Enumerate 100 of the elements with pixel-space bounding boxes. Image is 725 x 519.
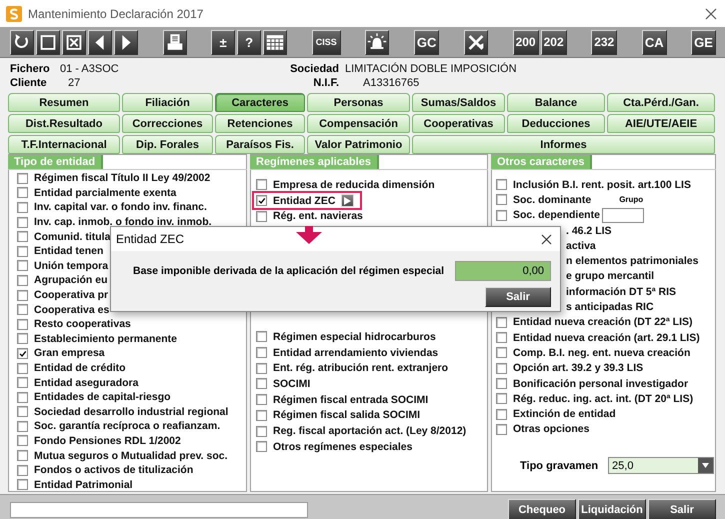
- toolbar-button[interactable]: GE: [691, 30, 716, 54]
- tab[interactable]: Dip. Forales: [122, 135, 213, 154]
- checkbox[interactable]: [17, 274, 28, 286]
- refresh-icon[interactable]: [10, 30, 34, 54]
- calculator-icon[interactable]: [263, 30, 288, 54]
- tab[interactable]: Cta.Pérd./Gan.: [607, 93, 715, 112]
- checkbox[interactable]: [496, 408, 507, 420]
- checkbox[interactable]: [17, 435, 28, 446]
- tab[interactable]: AIE/UTE/AEIE: [607, 114, 715, 133]
- toolbar-button[interactable]: ?: [237, 30, 262, 54]
- toolbar-button[interactable]: CISS: [312, 30, 341, 54]
- close-icon[interactable]: [541, 234, 552, 244]
- checkbox[interactable]: [17, 392, 28, 403]
- checkbox[interactable]: [496, 332, 507, 344]
- toolbar-button[interactable]: 202: [540, 30, 567, 54]
- checkbox[interactable]: [17, 333, 28, 344]
- checkbox[interactable]: [496, 316, 507, 328]
- toolbar-button[interactable]: 232: [591, 30, 618, 54]
- checkbox[interactable]: [17, 231, 28, 242]
- checkbox[interactable]: [256, 331, 267, 342]
- checkbox[interactable]: [496, 179, 507, 190]
- bell-icon[interactable]: [365, 30, 390, 54]
- tab[interactable]: Compensación: [307, 114, 410, 133]
- checkbox[interactable]: [17, 348, 28, 359]
- toolbar-button[interactable]: GC: [414, 30, 440, 54]
- checkbox[interactable]: [17, 450, 28, 462]
- checkbox-label: Inv. capital var. o fondo inv. financ.: [34, 201, 207, 214]
- checkbox[interactable]: [256, 394, 267, 406]
- checkbox[interactable]: [256, 362, 267, 374]
- checkbox[interactable]: [17, 406, 28, 418]
- checkbox[interactable]: [17, 318, 28, 330]
- tab[interactable]: Resumen: [8, 93, 120, 112]
- checkbox[interactable]: [17, 377, 28, 388]
- details-button[interactable]: [341, 194, 354, 208]
- tab[interactable]: Deducciones: [507, 114, 605, 133]
- checkbox[interactable]: [17, 202, 28, 213]
- checkbox[interactable]: [496, 362, 507, 374]
- input-field[interactable]: [602, 208, 644, 223]
- exit-button[interactable]: Salir: [485, 287, 551, 307]
- checkbox[interactable]: [496, 378, 507, 389]
- checkbox-label: Régimen fiscal entrada SOCIMI: [273, 394, 428, 406]
- square-icon[interactable]: [36, 30, 60, 54]
- checkbox[interactable]: [256, 210, 267, 222]
- checkbox-label: Ent. rég. atribución rent. extranjero: [273, 362, 448, 374]
- close-icon[interactable]: [705, 8, 717, 20]
- checkbox-label: Cooperativa es: [34, 304, 110, 316]
- dropdown[interactable]: 25,0: [608, 457, 714, 474]
- action-button[interactable]: Chequeo: [508, 499, 576, 519]
- tab[interactable]: T.F.Internacional: [8, 135, 120, 154]
- tab[interactable]: Retenciones: [215, 114, 305, 133]
- checkbox[interactable]: [17, 304, 28, 316]
- tab[interactable]: Personas: [307, 93, 410, 112]
- next-icon[interactable]: [114, 30, 138, 54]
- checkbox[interactable]: [17, 172, 28, 184]
- checkbox[interactable]: [496, 393, 507, 404]
- checkbox[interactable]: [496, 210, 507, 221]
- checkbox[interactable]: [256, 179, 267, 190]
- checkbox[interactable]: [256, 441, 267, 452]
- tab[interactable]: Filiación: [122, 93, 213, 112]
- tab[interactable]: Valor Patrimonio: [307, 135, 410, 154]
- checkbox[interactable]: [17, 290, 28, 301]
- action-button[interactable]: Salir: [648, 499, 716, 519]
- tab[interactable]: Paraísos Fis.: [215, 135, 305, 154]
- tab[interactable]: Sumas/Saldos: [412, 93, 505, 112]
- tab[interactable]: Caracteres: [215, 93, 305, 112]
- checkbox[interactable]: [496, 424, 507, 435]
- tab[interactable]: Correcciones: [122, 114, 213, 133]
- checkbox[interactable]: [17, 246, 28, 257]
- checkbox[interactable]: [17, 420, 28, 432]
- checkbox[interactable]: [496, 194, 507, 206]
- checkbox[interactable]: [17, 479, 28, 490]
- toolbar-button[interactable]: CA: [642, 30, 667, 54]
- action-button[interactable]: Liquidación: [578, 499, 646, 519]
- checkbox[interactable]: [17, 362, 28, 374]
- checkbox[interactable]: [17, 464, 28, 476]
- checkbox[interactable]: [256, 347, 267, 358]
- checkbox[interactable]: [496, 347, 507, 358]
- checkbox[interactable]: [256, 426, 267, 437]
- tab[interactable]: Cooperativas: [412, 114, 505, 133]
- checkbox-label: Entidad de crédito: [34, 362, 126, 374]
- tab[interactable]: Informes: [412, 135, 715, 154]
- checkbox[interactable]: [17, 260, 28, 272]
- checkbox[interactable]: [17, 216, 28, 228]
- input-field[interactable]: [10, 502, 308, 518]
- close-box-icon[interactable]: [62, 30, 86, 54]
- input-field[interactable]: 0,00: [455, 261, 551, 281]
- pen-cross-icon[interactable]: [464, 30, 488, 54]
- checkbox[interactable]: [17, 187, 28, 198]
- previous-icon[interactable]: [88, 30, 112, 54]
- field-label: Tipo gravamen: [520, 460, 598, 472]
- checkbox[interactable]: [256, 195, 267, 206]
- tab[interactable]: Balance: [507, 93, 605, 112]
- printer-icon[interactable]: [162, 30, 187, 54]
- tab[interactable]: Dist.Resultado: [8, 114, 120, 133]
- checkbox[interactable]: [256, 410, 267, 421]
- toolbar-button[interactable]: ±: [211, 30, 236, 54]
- checkbox-label: Entidad Patrimonial: [34, 478, 133, 491]
- toolbar-button[interactable]: 200: [512, 30, 539, 54]
- checkbox[interactable]: [256, 378, 267, 390]
- group-label: Grupo: [619, 195, 644, 204]
